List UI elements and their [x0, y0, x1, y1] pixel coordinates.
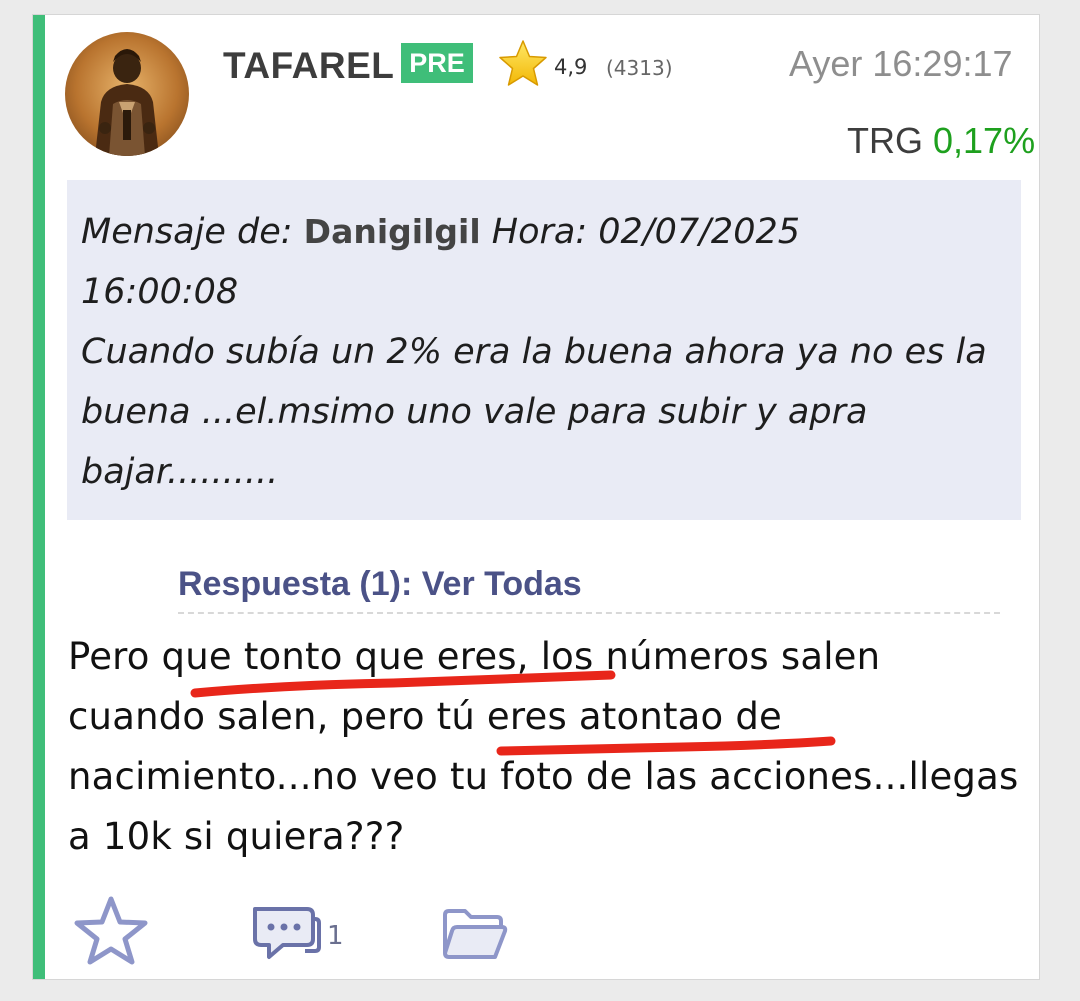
quote-text: Cuando subía un 2% era la buena ahora ya… [81, 332, 987, 492]
view-replies-link[interactable]: Respuesta (1): Ver Todas [178, 565, 1000, 614]
quote-time-label: Hora: 02/07/2025 [491, 212, 800, 252]
pre-badge: PRE [401, 43, 473, 83]
rating-star-icon [499, 40, 547, 86]
comment-count: 1 [327, 921, 344, 951]
quote-author[interactable]: Danigilgil [304, 212, 481, 251]
avatar-figure-image [95, 49, 159, 156]
ticker-symbol[interactable]: TRG [847, 120, 923, 161]
accent-bar [33, 15, 45, 979]
star-outline-icon[interactable] [73, 895, 149, 965]
folder-open-icon[interactable] [441, 905, 509, 961]
username[interactable]: TAFAREL [223, 45, 394, 87]
quote-time-value: 16:00:08 [81, 272, 239, 312]
quoted-message: Mensaje de: Danigilgil Hora: 02/07/2025 … [67, 180, 1021, 520]
rating-value: 4,9 [554, 55, 588, 79]
post-body: Pero que tonto que eres, los números sal… [68, 635, 1019, 858]
post-timestamp: Ayer 16:29:17 [789, 43, 1013, 84]
comment-bubble-icon[interactable] [249, 903, 321, 965]
ticker-change: 0,17% [933, 120, 1036, 161]
post-card: TAFAREL PRE 4,9 (4313) Ayer 16:29:17 TRG… [32, 14, 1040, 980]
rating-count: (4313) [606, 56, 673, 80]
ticker-row[interactable]: TRG 0,17% [847, 120, 1035, 162]
quote-prefix: Mensaje de: [81, 212, 293, 252]
avatar[interactable] [65, 32, 189, 156]
